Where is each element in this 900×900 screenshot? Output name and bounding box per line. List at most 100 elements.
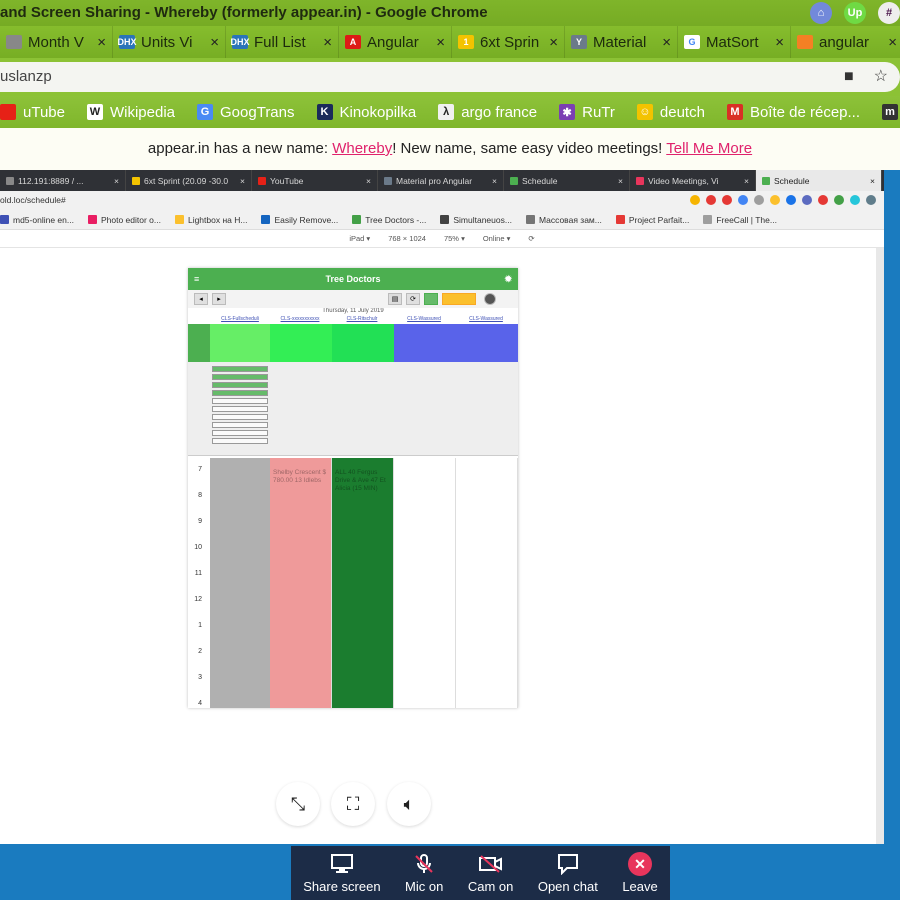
crew-header-cell [332, 324, 394, 362]
ext-icon [770, 195, 780, 205]
close-icon[interactable]: × [775, 34, 784, 51]
column-header: CLS-xxxxxxxxxxx [280, 316, 320, 322]
bookmark-item[interactable]: K Kinokopilka [316, 104, 416, 121]
crew-header-cell [210, 324, 272, 362]
shared-tab: 112.191:8889 / ... × [0, 170, 126, 191]
hour-label: 3 [198, 674, 202, 681]
network-select: Online ▾ [482, 234, 511, 243]
cam-label: Cam on [467, 879, 514, 894]
close-icon: ✕ [628, 852, 653, 876]
shared-tab: Schedule × [504, 170, 630, 191]
browser-tab[interactable]: G MatSort × [678, 26, 791, 58]
close-icon: × [366, 175, 371, 186]
bookmark-item[interactable]: ✱ RuTr [559, 104, 615, 121]
close-icon[interactable]: × [549, 34, 558, 51]
omnibox-url[interactable]: uslanzp [0, 68, 52, 85]
ext-icon [722, 195, 732, 205]
close-icon: × [492, 175, 497, 186]
shared-screen: 112.191:8889 / ... × 6xt Sprint (20.09 -30… [0, 170, 884, 844]
leave-label: Leave [622, 879, 658, 894]
crew-header-cell [456, 324, 518, 362]
slack-icon[interactable]: # [878, 2, 900, 24]
job-card [212, 430, 268, 436]
share-screen-button[interactable]: Share screen [303, 852, 381, 894]
ext-icon [802, 195, 812, 205]
bookmark-favicon-icon [261, 215, 271, 224]
bookmark-item[interactable]: W Wikipedia [86, 104, 175, 121]
bookmark-item[interactable]: λ argo france [438, 104, 537, 121]
tab-strip: Month V × DHX Units Vi × DHX Full List × A Angula… [0, 26, 900, 58]
bookmark-item[interactable]: mсоцит [882, 104, 900, 121]
shared-tab-title: Schedule [774, 175, 810, 186]
tab-favicon-icon [510, 176, 518, 185]
youtube-icon [0, 104, 16, 120]
mic-button[interactable]: Mic on [405, 852, 443, 894]
shared-address-bar: old.loc/schedule# [0, 191, 884, 210]
tab-title: Full List [254, 33, 306, 51]
bookmark-item[interactable]: M Boîte de récep... [726, 104, 860, 121]
browser-tab[interactable]: 1 6xt Sprin × [452, 26, 565, 58]
close-icon: × [240, 175, 245, 186]
prev-day-icon: ◂ [194, 293, 208, 305]
cam-button[interactable]: Cam on [467, 852, 514, 894]
close-icon[interactable]: × [888, 34, 897, 51]
rename-banner: appear.in has a new name: Whereby! New n… [0, 128, 900, 170]
omnibox[interactable]: uslanzp ■ ☆ [0, 62, 900, 92]
discord-icon[interactable]: ⌂ [810, 2, 832, 24]
tab-favicon-icon: 1 [458, 35, 474, 49]
volume-icon[interactable]: 🔈︎ [387, 782, 431, 826]
leave-button[interactable]: ✕ Leave [622, 852, 658, 894]
deutch-icon: ☺ [636, 104, 653, 120]
fullscreen-icon[interactable]: ⛶ [331, 782, 375, 826]
bookmarks-bar: uTube W Wikipedia G GoogTrans K Kinokopilka λ ar… [0, 96, 900, 128]
close-icon[interactable]: × [323, 34, 332, 51]
close-icon[interactable]: × [97, 34, 106, 51]
close-icon[interactable]: × [662, 34, 671, 51]
column-header: CLS-Wassured [469, 316, 503, 322]
close-icon: × [870, 175, 875, 186]
browser-tab[interactable]: A Angular × [339, 26, 452, 58]
browser-tab[interactable]: angular × [791, 26, 900, 58]
collapse-icon[interactable]: ⤡ [276, 782, 320, 826]
gear-icon: ✹ [504, 274, 512, 284]
tab-favicon-icon: DHX [117, 35, 137, 49]
calendar-icon: ▤ [388, 293, 402, 305]
browser-tab[interactable]: Month V × [0, 26, 113, 58]
device-toolbar: iPad ▾ 768 × 1024 75% ▾ Online ▾ ⟳ [0, 230, 884, 248]
shared-tab-title: 112.191:8889 / ... [18, 175, 84, 186]
close-icon[interactable]: × [436, 34, 445, 51]
bookmark-favicon-icon [525, 215, 535, 224]
schedule-app: ≡ Tree Doctors ✹ ◂ ▸ ▤ ⟳ Thursday, 11 Ju… [188, 268, 518, 708]
browser-tab[interactable]: Y Material × [565, 26, 678, 58]
close-icon[interactable]: × [210, 34, 219, 51]
upwork-icon[interactable]: Up [844, 2, 866, 24]
shared-tab: Material pro Angular × [378, 170, 504, 191]
camera-icon[interactable]: ■ [844, 62, 854, 92]
bookmark-item[interactable]: G GoogTrans [197, 104, 295, 121]
camera-off-icon [478, 852, 504, 876]
banner-tell-me-more-link[interactable]: Tell Me More [666, 140, 752, 157]
ext-icon [866, 195, 876, 205]
bookmark-favicon-icon [615, 215, 625, 224]
hour-label: 7 [198, 466, 202, 473]
window-title: and Screen Sharing - Whereby (formerly a… [0, 4, 488, 21]
device-width: 768 [388, 234, 401, 243]
bookmark-item[interactable]: ☺ deutch [636, 104, 705, 121]
shared-bookmark-label: Массовая зам... [538, 214, 602, 225]
hour-label: 9 [198, 518, 202, 525]
monitor-icon [329, 852, 355, 876]
shared-bookmark-label: md5-online en... [13, 214, 74, 225]
open-chat-button[interactable]: Open chat [538, 852, 598, 894]
star-icon[interactable]: ☆ [874, 62, 888, 92]
shared-bookmark-label: FreeCall | The... [716, 214, 777, 225]
banner-whereby-link[interactable]: Whereby [332, 140, 392, 157]
browser-tab[interactable]: DHX Units Vi × [113, 26, 226, 58]
bookmark-item[interactable]: uTube [0, 104, 65, 121]
avatar [484, 293, 496, 305]
shared-tab: Video Meetings, Vi × [630, 170, 756, 191]
close-icon: × [744, 175, 749, 186]
browser-tab[interactable]: DHX Full List × [226, 26, 339, 58]
crew-header-cell [270, 324, 332, 362]
tab-title: Month V [28, 33, 84, 51]
tab-favicon-icon [6, 35, 22, 49]
